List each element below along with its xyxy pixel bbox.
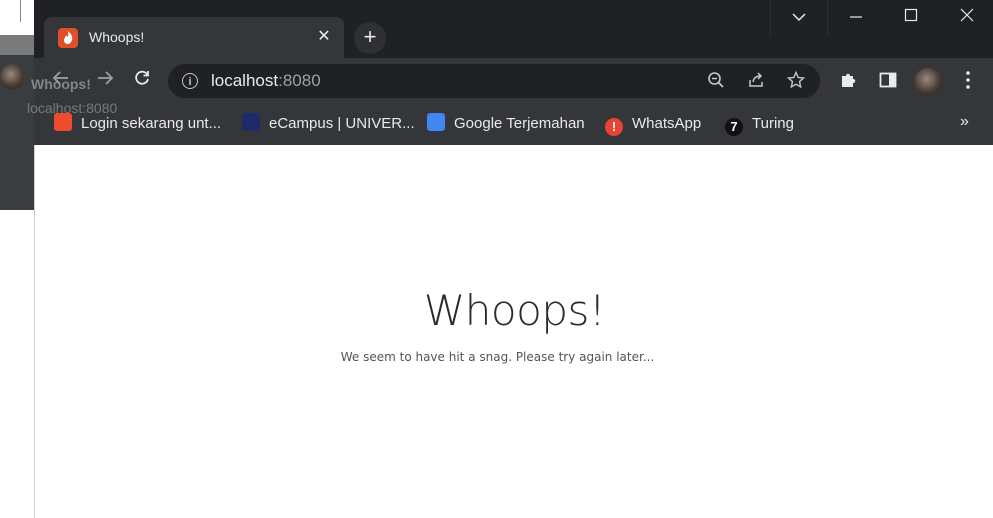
title-bar: Whoops! ✕ + [34,0,993,58]
bookmark-ecampus[interactable]: eCampus | UNIVER... [242,113,415,135]
background-window [0,0,34,518]
more-menu-icon[interactable] [957,70,979,92]
url-port: :8080 [278,71,321,90]
tab-title: Whoops! [89,29,145,45]
bookmark-google-translate[interactable]: Google Terjemahan [427,113,585,135]
address-url[interactable]: localhost:8080 [211,71,321,91]
bookmarks-bar: Login sekarang unt... eCampus | UNIVER..… [34,104,993,145]
tab-close-icon[interactable]: ✕ [314,27,334,47]
background-avatar [0,64,24,90]
active-tab[interactable]: Whoops! ✕ [44,17,344,58]
codeigniter-favicon-icon [58,28,78,48]
tab-search-icon[interactable] [770,0,827,36]
bookmark-shopee[interactable]: Login sekarang unt... [54,113,221,135]
error-message: We seem to have hit a snag. Please try a… [340,350,655,364]
browser-window: Whoops! ✕ + i localhost:8080 Login sekar… [34,0,993,518]
zoom-out-icon[interactable] [706,71,726,91]
tooltip-title: Whoops! [31,76,91,92]
bookmark-label: Login sekarang unt... [81,115,222,132]
bookmark-label: Turing [752,115,794,132]
bookmark-label: eCampus | UNIVER... [269,115,415,132]
bookmark-whatsapp[interactable]: ! WhatsApp [605,113,702,136]
tooltip-url: localhost:8080 [27,100,118,116]
toolbar: i localhost:8080 [34,58,993,104]
url-host: localhost [211,71,279,90]
bookmark-label: Google Terjemahan [454,115,585,132]
bookmarks-overflow-chevron-icon[interactable]: » [960,113,969,131]
background-window-top [0,0,34,35]
forward-arrow-icon[interactable] [92,68,118,94]
address-bar[interactable]: i localhost:8080 [168,64,820,98]
profile-avatar[interactable] [914,68,942,96]
turing-logo-icon: 7 [725,118,743,136]
new-tab-button[interactable]: + [354,22,386,54]
background-window-divider [20,0,21,22]
extensions-puzzle-icon[interactable] [838,70,860,92]
minimize-button[interactable] [827,0,884,36]
share-icon[interactable] [746,71,766,91]
page-content: Whoops! We seem to have hit a snag. Plea… [34,145,993,518]
side-panel-icon[interactable] [877,70,899,92]
error-heading: Whoops! [423,286,606,335]
reload-icon[interactable] [129,68,155,94]
bookmark-label: WhatsApp [632,115,702,132]
alert-icon: ! [605,118,623,136]
site-info-icon[interactable]: i [182,73,198,89]
background-window-tabbar [0,35,34,55]
bookmark-star-icon[interactable] [786,70,806,91]
close-window-button[interactable] [939,0,993,36]
maximize-button[interactable] [883,0,939,36]
bookmark-turing[interactable]: 7 Turing [725,113,794,136]
google-translate-icon [427,113,445,131]
university-logo-icon [242,113,260,131]
